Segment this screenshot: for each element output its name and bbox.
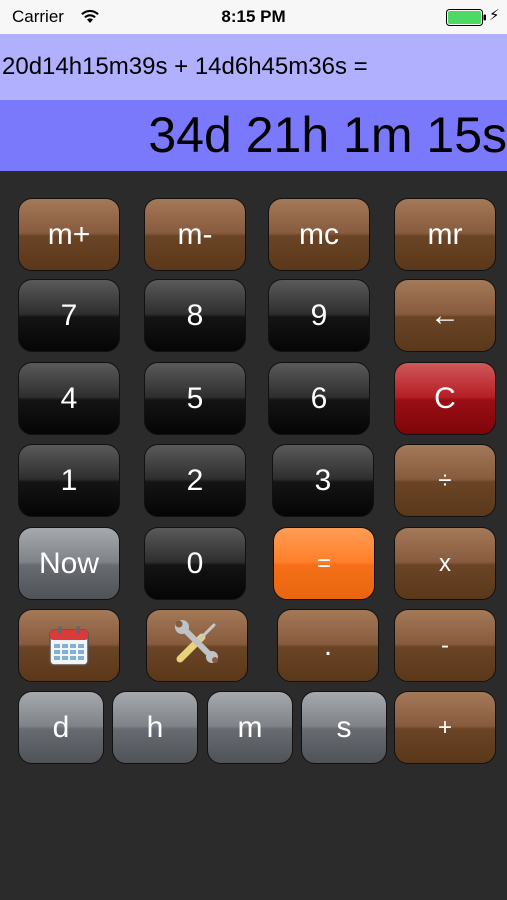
add-button[interactable]: +	[394, 691, 496, 764]
digit-4-button[interactable]: 4	[18, 362, 120, 435]
digit-2-button[interactable]: 2	[144, 444, 246, 517]
keypad: m+ m- mc mr 7 8 9 ← 4 5 6 C 1 2 3 ÷ Now …	[0, 171, 507, 900]
digit-9-button[interactable]: 9	[268, 279, 370, 352]
memory-add-button[interactable]: m+	[18, 198, 120, 271]
battery-icon	[446, 9, 488, 32]
digit-7-button[interactable]: 7	[18, 279, 120, 352]
days-unit-button[interactable]: d	[18, 691, 104, 764]
divide-button[interactable]: ÷	[394, 444, 496, 517]
calendar-icon	[47, 624, 91, 668]
digit-3-button[interactable]: 3	[272, 444, 374, 517]
hours-unit-button[interactable]: h	[112, 691, 198, 764]
subtract-button[interactable]: -	[394, 609, 496, 682]
digit-5-button[interactable]: 5	[144, 362, 246, 435]
digit-8-button[interactable]: 8	[144, 279, 246, 352]
backspace-button[interactable]: ←	[394, 279, 496, 352]
memory-subtract-button[interactable]: m-	[144, 198, 246, 271]
minutes-unit-button[interactable]: m	[207, 691, 293, 764]
memory-clear-button[interactable]: mc	[268, 198, 370, 271]
clock: 8:15 PM	[221, 7, 286, 26]
equals-button[interactable]: =	[273, 527, 375, 600]
multiply-button[interactable]: x	[394, 527, 496, 600]
charging-icon: ⚡	[489, 7, 500, 24]
decimal-button[interactable]: .	[277, 609, 379, 682]
expression-display: 20d14h15m39s + 14d6h45m36s =	[0, 34, 507, 100]
digit-0-button[interactable]: 0	[144, 527, 246, 600]
clear-button[interactable]: C	[394, 362, 496, 435]
digit-1-button[interactable]: 1	[18, 444, 120, 517]
calendar-button[interactable]	[18, 609, 120, 682]
memory-recall-button[interactable]: mr	[394, 198, 496, 271]
seconds-unit-button[interactable]: s	[301, 691, 387, 764]
now-button[interactable]: Now	[18, 527, 120, 600]
result-display: 34d 21h 1m 15s	[0, 100, 507, 171]
settings-button[interactable]	[146, 609, 248, 682]
tools-icon	[172, 617, 222, 675]
digit-6-button[interactable]: 6	[268, 362, 370, 435]
status-bar: Carrier 8:15 PM ⚡	[0, 0, 507, 34]
